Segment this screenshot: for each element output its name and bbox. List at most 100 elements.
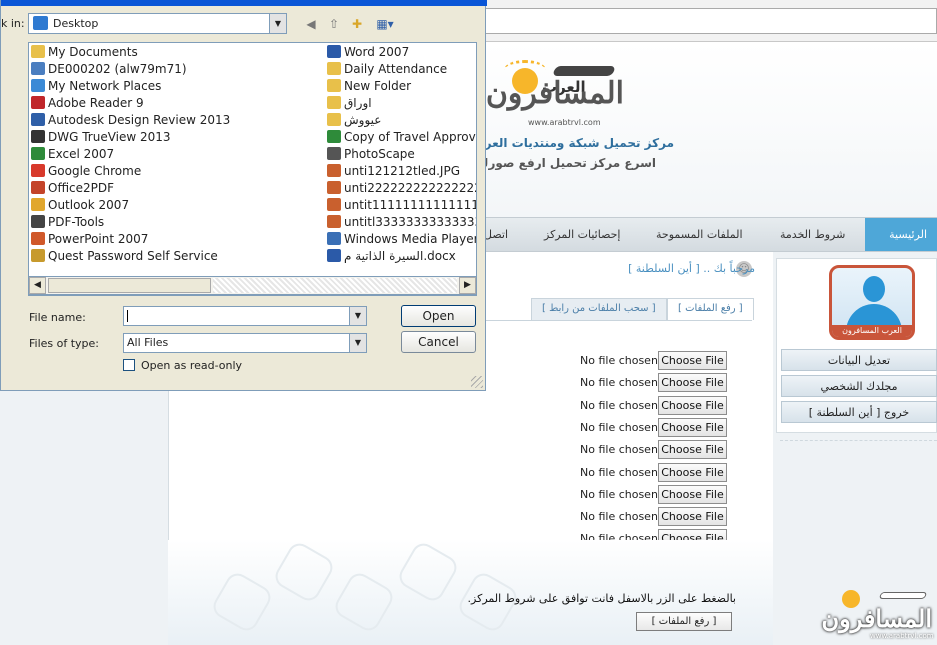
file-item[interactable]: unti121212tled.JPG — [327, 163, 476, 180]
choose-file-button[interactable]: Choose File — [658, 440, 727, 460]
user-head-icon — [863, 276, 885, 302]
choose-file-button[interactable]: Choose File — [658, 417, 727, 437]
views-menu-icon[interactable]: ▦▾ — [372, 16, 398, 32]
logout-button[interactable]: خروج [ أين السلطنة ] — [781, 401, 937, 423]
open-button[interactable]: Open — [401, 305, 476, 327]
terms-agreement-text: بالضغط على الزر بالاسفل فانت توافق على ش… — [467, 592, 736, 605]
choose-file-button[interactable]: Choose File — [658, 351, 727, 370]
choose-file-button[interactable]: Choose File — [658, 484, 727, 504]
file-item[interactable]: اوراق — [327, 95, 476, 112]
resize-grip-icon[interactable] — [471, 376, 483, 388]
edit-profile-button[interactable]: تعديل البيانات — [781, 349, 937, 371]
new-folder-icon[interactable]: ✚ — [348, 16, 366, 32]
nav-allowed-files[interactable]: الملفات المسموحة — [656, 218, 743, 251]
no-file-chosen-text: No file chosen — [580, 398, 658, 412]
folder-icon — [327, 96, 341, 109]
file-item[interactable]: Quest Password Self Service — [31, 248, 321, 265]
file-item[interactable]: untit111111111111111 — [327, 197, 476, 214]
main-nav: الرئيسية شروط الخدمة الملفات المسموحة إح… — [480, 217, 937, 252]
computer-icon — [31, 62, 45, 75]
file-item[interactable]: Excel 2007 — [31, 146, 321, 163]
file-item[interactable]: السيرة الذاتية م.docx — [327, 248, 476, 265]
file-item[interactable]: PhotoScape — [327, 146, 476, 163]
file-item-label: Autodesk Design Review 2013 — [48, 113, 231, 127]
nav-statistics[interactable]: إحصائيات المركز — [544, 218, 620, 251]
files-of-type-value: All Files — [127, 336, 169, 349]
file-item[interactable]: untitl333333333333333 — [327, 214, 476, 231]
site-tagline: مركز تحميل شبكة ومنتديات العرب المسافرون — [484, 136, 674, 150]
choose-file-button[interactable]: Choose File — [658, 373, 727, 393]
file-item[interactable]: New Folder — [327, 78, 476, 95]
welcome-text: مرحباً بك .. [ أين السلطنة ] — [628, 262, 755, 275]
files-icon — [395, 539, 461, 605]
folder-icon — [327, 62, 341, 75]
nav-home[interactable]: الرئيسية — [865, 218, 937, 251]
file-item[interactable]: Daily Attendance — [327, 61, 476, 78]
watermark-logo: المسافرون www.arabtrvl.com — [821, 588, 934, 644]
office-pdf-icon — [31, 181, 45, 194]
back-icon[interactable]: ◀ — [302, 16, 320, 32]
choose-file-button[interactable]: Choose File — [658, 395, 727, 415]
file-item-label: DWG TrueView 2013 — [48, 130, 171, 144]
dwg-icon — [31, 130, 45, 143]
chevron-down-icon[interactable]: ▼ — [349, 307, 366, 325]
tab-upload-files[interactable]: [ رفع الملفات ] — [667, 298, 754, 320]
site-logo[interactable]: العرب المسافرون www.arabtrvl.com — [484, 60, 634, 130]
file-item[interactable]: Word 2007 — [327, 44, 476, 61]
chevron-down-icon[interactable]: ▼ — [269, 14, 286, 33]
file-name-input[interactable]: ▼ — [123, 306, 367, 326]
file-item-label: Office2PDF — [48, 181, 115, 195]
address-bar[interactable] — [484, 8, 937, 34]
choose-file-button[interactable]: Choose File — [658, 462, 727, 482]
tab-from-link[interactable]: [ سحب الملفات من رابط ] — [531, 298, 667, 320]
file-item[interactable]: Autodesk Design Review 2013 — [31, 112, 321, 129]
scroll-left-icon[interactable]: ◀ — [29, 277, 46, 294]
image-file-icon — [327, 198, 341, 211]
file-item[interactable]: Windows Media Player — [327, 231, 476, 248]
file-item[interactable]: عيووش — [327, 112, 476, 129]
file-item[interactable]: Outlook 2007 — [31, 197, 321, 214]
up-folder-icon[interactable]: ⇧ — [325, 16, 343, 32]
file-item-label: Copy of Travel Approva — [344, 130, 477, 144]
nav-terms[interactable]: شروط الخدمة — [780, 218, 845, 251]
file-item[interactable]: DWG TrueView 2013 — [31, 129, 321, 146]
file-item[interactable]: My Documents — [31, 44, 321, 61]
dialog-titlebar[interactable] — [1, 0, 487, 6]
read-only-label: Open as read-only — [141, 359, 243, 372]
file-item[interactable]: unti222222222222222 — [327, 180, 476, 197]
file-item-label: PowerPoint 2007 — [48, 232, 149, 246]
file-item-label: My Documents — [48, 45, 138, 59]
scrollbar-track[interactable] — [213, 278, 457, 293]
personal-folder-button[interactable]: مجلدك الشخصي — [781, 375, 937, 397]
files-of-type-label: Files of type: — [29, 337, 100, 350]
chevron-down-icon[interactable]: ▼ — [349, 334, 366, 352]
file-item-label: عيووش — [344, 113, 382, 127]
file-item[interactable]: Adobe Reader 9 — [31, 95, 321, 112]
scroll-right-icon[interactable]: ▶ — [459, 277, 476, 294]
airplane-icon — [552, 66, 616, 76]
look-in-select[interactable]: Desktop ▼ — [28, 13, 287, 34]
file-item[interactable]: Office2PDF — [31, 180, 321, 197]
up-arrow-icon — [331, 569, 397, 635]
upload-files-button[interactable]: [ رفع الملفات ] — [636, 612, 732, 631]
scrollbar-thumb[interactable] — [48, 278, 211, 293]
file-item[interactable]: Google Chrome — [31, 163, 321, 180]
file-item-label: Outlook 2007 — [48, 198, 130, 212]
cloud-upload-icon — [209, 569, 275, 635]
image-file-icon — [327, 181, 341, 194]
open-file-dialog: k in: Desktop ▼ ◀ ⇧ ✚ ▦▾ My Documents DE0… — [0, 0, 487, 391]
files-of-type-select[interactable]: All Files ▼ — [123, 333, 367, 353]
choose-file-button[interactable]: Choose File — [658, 507, 727, 527]
file-list: My Documents DE000202 (alw79m71) My Networ… — [28, 42, 477, 296]
pdf-icon — [31, 96, 45, 109]
horizontal-scrollbar[interactable]: ◀ ▶ — [28, 276, 477, 295]
file-item[interactable]: PowerPoint 2007 — [31, 231, 321, 248]
no-file-chosen-text: No file chosen — [580, 465, 658, 479]
file-item[interactable]: Copy of Travel Approva — [327, 129, 477, 146]
read-only-checkbox[interactable] — [123, 359, 135, 371]
avatar: العرب المسافرون — [829, 265, 915, 340]
file-item[interactable]: My Network Places — [31, 78, 321, 95]
file-item[interactable]: DE000202 (alw79m71) — [31, 61, 321, 78]
cancel-button[interactable]: Cancel — [401, 331, 476, 353]
file-item[interactable]: PDF-Tools — [31, 214, 321, 231]
